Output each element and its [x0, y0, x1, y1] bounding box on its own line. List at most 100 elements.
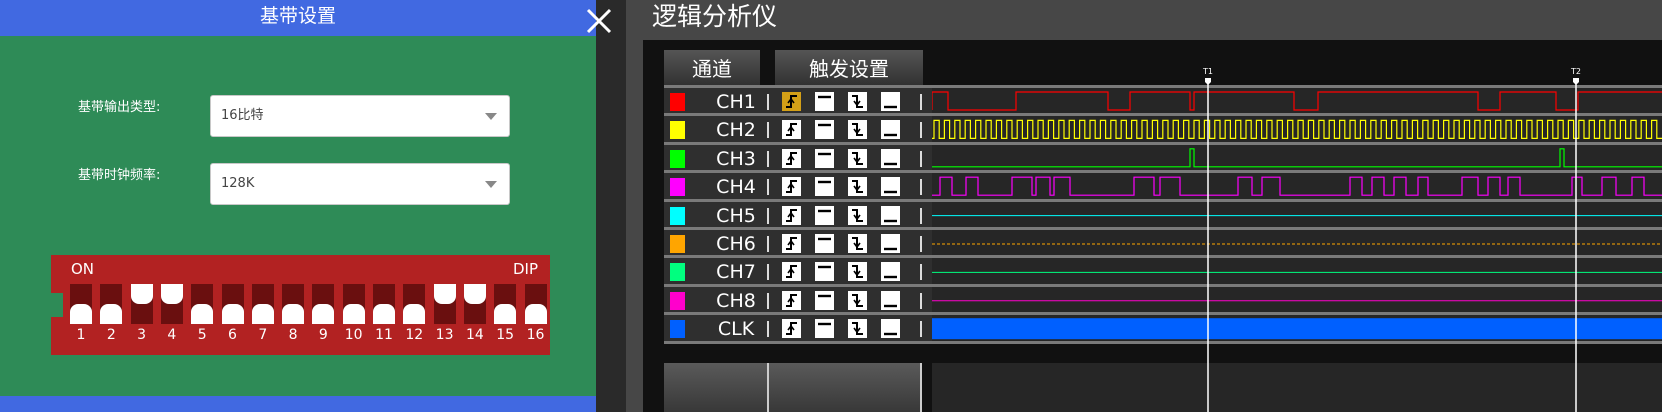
marker-handle	[1205, 78, 1211, 85]
tab-trigger-settings[interactable]: 触发设置	[775, 50, 923, 88]
dialog-footer	[0, 396, 596, 412]
dip-switch-12[interactable]	[403, 284, 426, 324]
falling-edge-icon[interactable]	[848, 205, 867, 225]
falling-edge-icon[interactable]	[848, 177, 867, 197]
column-divider	[920, 264, 922, 281]
dip-number: 2	[106, 327, 116, 343]
waveform-ch1	[932, 91, 1662, 111]
tab-channels[interactable]: 通道	[664, 50, 760, 88]
channel-name: CH3	[716, 147, 756, 170]
low-level-icon[interactable]	[881, 319, 900, 339]
channel-color-swatch[interactable]	[670, 263, 685, 282]
dialog-title: 基带设置	[259, 5, 336, 27]
rising-edge-icon[interactable]	[782, 319, 801, 339]
high-level-icon[interactable]	[815, 290, 834, 310]
high-level-icon[interactable]	[815, 148, 834, 168]
dip-switch-4[interactable]	[160, 284, 183, 324]
dip-switch-16[interactable]	[524, 284, 547, 324]
waveform-display[interactable]: T1 T2	[932, 64, 1662, 412]
dip-number: 7	[258, 327, 268, 343]
rising-edge-icon[interactable]	[782, 290, 801, 310]
dip-switch-5[interactable]	[191, 284, 214, 324]
falling-edge-icon[interactable]	[848, 262, 867, 282]
dip-knob	[191, 304, 214, 324]
dip-switch-6[interactable]	[221, 284, 244, 324]
low-level-icon[interactable]	[881, 177, 900, 197]
falling-edge-icon[interactable]	[848, 148, 867, 168]
baseband-settings-panel: 基带设置 基带输出类型: 16比特 基带时钟频率: 128K ON DIP 12…	[0, 0, 596, 412]
falling-edge-icon[interactable]	[848, 120, 867, 140]
rising-edge-icon[interactable]	[782, 205, 801, 225]
rising-edge-icon[interactable]	[782, 120, 801, 140]
waveform-clk	[932, 318, 1662, 340]
dip-on-label: ON	[71, 260, 95, 278]
dip-number: 10	[344, 327, 363, 343]
low-level-icon[interactable]	[881, 290, 900, 310]
clock-freq-select[interactable]: 128K	[210, 163, 510, 205]
high-level-icon[interactable]	[815, 262, 834, 282]
dip-number: 15	[496, 327, 515, 343]
column-divider	[920, 363, 922, 412]
low-level-icon[interactable]	[881, 120, 900, 140]
high-level-icon[interactable]	[815, 205, 834, 225]
dip-switch-14[interactable]	[463, 284, 486, 324]
channel-name: CH6	[716, 233, 756, 255]
high-level-icon[interactable]	[815, 120, 834, 140]
dip-number: 9	[318, 327, 328, 343]
channel-color-swatch[interactable]	[670, 291, 685, 310]
channel-color-swatch[interactable]	[670, 235, 685, 253]
low-level-icon[interactable]	[881, 205, 900, 225]
rising-edge-icon[interactable]	[782, 177, 801, 197]
dip-switch-13[interactable]	[433, 284, 456, 324]
close-icon[interactable]	[584, 6, 614, 36]
column-divider	[920, 94, 922, 110]
column-divider	[767, 236, 769, 252]
dip-number: 16	[526, 327, 545, 343]
rising-edge-icon[interactable]	[782, 92, 801, 111]
dip-notch	[51, 293, 63, 317]
high-level-icon[interactable]	[815, 319, 834, 339]
high-level-icon[interactable]	[815, 234, 834, 253]
dip-switch-10[interactable]	[342, 284, 365, 324]
low-level-icon[interactable]	[881, 262, 900, 282]
low-level-icon[interactable]	[881, 148, 900, 168]
falling-edge-icon[interactable]	[848, 92, 867, 111]
dip-knob	[130, 284, 153, 304]
dip-switch-9[interactable]	[312, 284, 335, 324]
dip-switch-11[interactable]	[373, 284, 395, 324]
column-divider	[920, 179, 922, 196]
clock-freq-label: 基带时钟频率:	[78, 168, 161, 183]
channel-name: CH1	[716, 91, 756, 113]
dip-switch-7[interactable]	[251, 284, 274, 324]
column-divider	[920, 321, 922, 338]
chevron-down-icon	[485, 113, 497, 120]
falling-edge-icon[interactable]	[848, 290, 867, 310]
dip-switch-1[interactable]	[70, 284, 92, 324]
channel-color-swatch[interactable]	[670, 93, 685, 111]
dip-switch-2[interactable]	[100, 284, 123, 324]
channel-color-swatch[interactable]	[670, 206, 685, 225]
output-type-select[interactable]: 16比特	[210, 95, 510, 137]
falling-edge-icon[interactable]	[848, 234, 867, 253]
high-level-icon[interactable]	[815, 177, 834, 197]
channel-name: CH7	[716, 261, 756, 284]
low-level-icon[interactable]	[881, 92, 900, 111]
low-level-icon[interactable]	[881, 234, 900, 253]
dip-number: 13	[435, 327, 454, 343]
dip-switch-3[interactable]	[130, 284, 153, 324]
channel-color-swatch[interactable]	[670, 121, 685, 140]
analyzer-title: 逻辑分析仪	[652, 2, 778, 31]
channel-color-swatch[interactable]	[670, 149, 685, 168]
dip-number: 6	[228, 327, 237, 343]
rising-edge-icon[interactable]	[782, 148, 801, 168]
rising-edge-icon[interactable]	[782, 262, 801, 282]
rising-edge-icon[interactable]	[782, 234, 801, 253]
dip-switch-15[interactable]	[494, 284, 517, 324]
channel-color-swatch[interactable]	[670, 178, 685, 197]
high-level-icon[interactable]	[815, 92, 834, 111]
falling-edge-icon[interactable]	[848, 319, 867, 339]
channel-name: CH2	[716, 119, 756, 142]
channel-color-swatch[interactable]	[670, 320, 685, 339]
dip-switch-8[interactable]	[282, 284, 305, 324]
dip-knob	[70, 304, 92, 324]
